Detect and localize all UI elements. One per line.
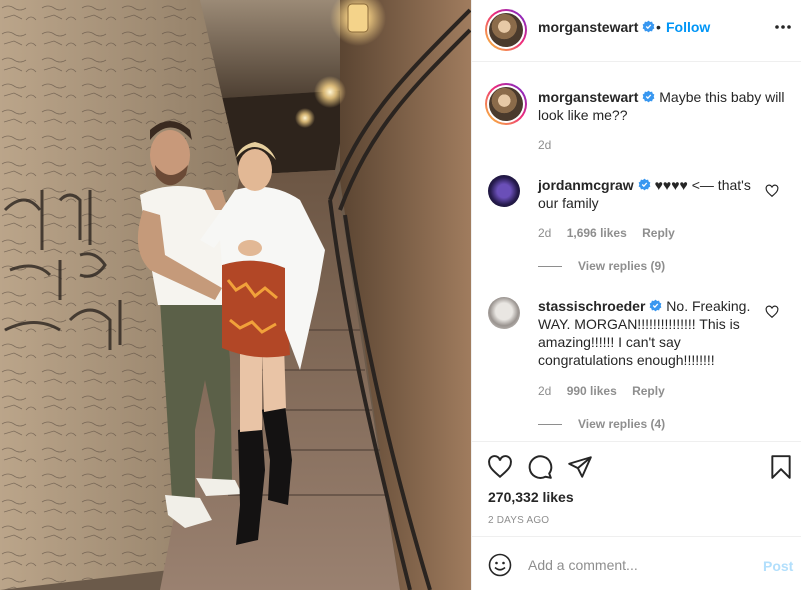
- reply-button[interactable]: Reply: [632, 384, 665, 398]
- post-actions: 270,332 likes 2 DAYS AGO: [472, 441, 801, 535]
- comment-like-heart-icon[interactable]: [765, 305, 779, 319]
- more-options-icon[interactable]: [773, 17, 793, 37]
- emoji-icon[interactable]: [488, 553, 512, 577]
- comment-text: stassischroeder No. Freaking. WAY. MORGA…: [538, 297, 752, 369]
- post-likes-count[interactable]: 270,332 likes: [488, 489, 574, 505]
- view-replies-button[interactable]: View replies (4): [538, 417, 665, 431]
- replies-line: [538, 424, 562, 426]
- separator-dot: •: [656, 19, 661, 35]
- caption-time: 2d: [538, 138, 552, 152]
- view-replies-button[interactable]: View replies (9): [538, 259, 665, 273]
- comments-list[interactable]: morganstewart Maybe this baby will look …: [472, 63, 801, 441]
- comment-likes[interactable]: 1,696 likes: [567, 226, 627, 240]
- post-photo[interactable]: [0, 0, 471, 590]
- post-comment-button[interactable]: Post: [763, 558, 793, 574]
- post-timestamp[interactable]: 2 DAYS AGO: [488, 515, 549, 526]
- verified-badge-icon: [650, 299, 662, 312]
- share-icon[interactable]: [567, 454, 593, 480]
- comment-text: jordanmcgraw ♥♥♥♥ <— that's our family: [538, 176, 752, 212]
- comment-meta: 2d 990 likes Reply: [538, 384, 677, 398]
- comment-likes[interactable]: 990 likes: [567, 384, 617, 398]
- comment-time: 2d: [538, 226, 552, 240]
- follow-button[interactable]: Follow: [666, 19, 710, 35]
- verified-badge-icon: [643, 90, 655, 103]
- comment-like-heart-icon[interactable]: [765, 184, 779, 198]
- replies-line: [538, 266, 562, 268]
- comment-avatar[interactable]: [488, 297, 520, 329]
- comment-avatar[interactable]: [488, 175, 520, 207]
- caption-avatar[interactable]: [485, 83, 527, 125]
- comment-input[interactable]: [528, 551, 748, 579]
- post-side-panel: morganstewart • Follow morganstewart May…: [471, 0, 801, 590]
- verified-badge-icon: [643, 20, 655, 33]
- author-avatar[interactable]: [485, 9, 527, 51]
- comment-icon[interactable]: [527, 454, 553, 480]
- bookmark-icon[interactable]: [768, 454, 794, 480]
- comment-username[interactable]: jordanmcgraw: [538, 177, 651, 193]
- comment-meta: 2d 1,696 likes Reply: [538, 226, 687, 240]
- post-header: morganstewart • Follow: [472, 0, 801, 62]
- comment-time: 2d: [538, 384, 552, 398]
- add-comment-bar: Post: [472, 536, 801, 590]
- heart-icon[interactable]: [487, 454, 513, 480]
- caption-username[interactable]: morganstewart: [538, 89, 655, 105]
- comment-username[interactable]: stassischroeder: [538, 298, 662, 314]
- photo-scene: [0, 0, 471, 590]
- caption-text: morganstewart Maybe this baby will look …: [538, 88, 788, 124]
- verified-badge-icon: [638, 178, 651, 191]
- author-username[interactable]: morganstewart: [538, 19, 655, 35]
- reply-button[interactable]: Reply: [642, 226, 675, 240]
